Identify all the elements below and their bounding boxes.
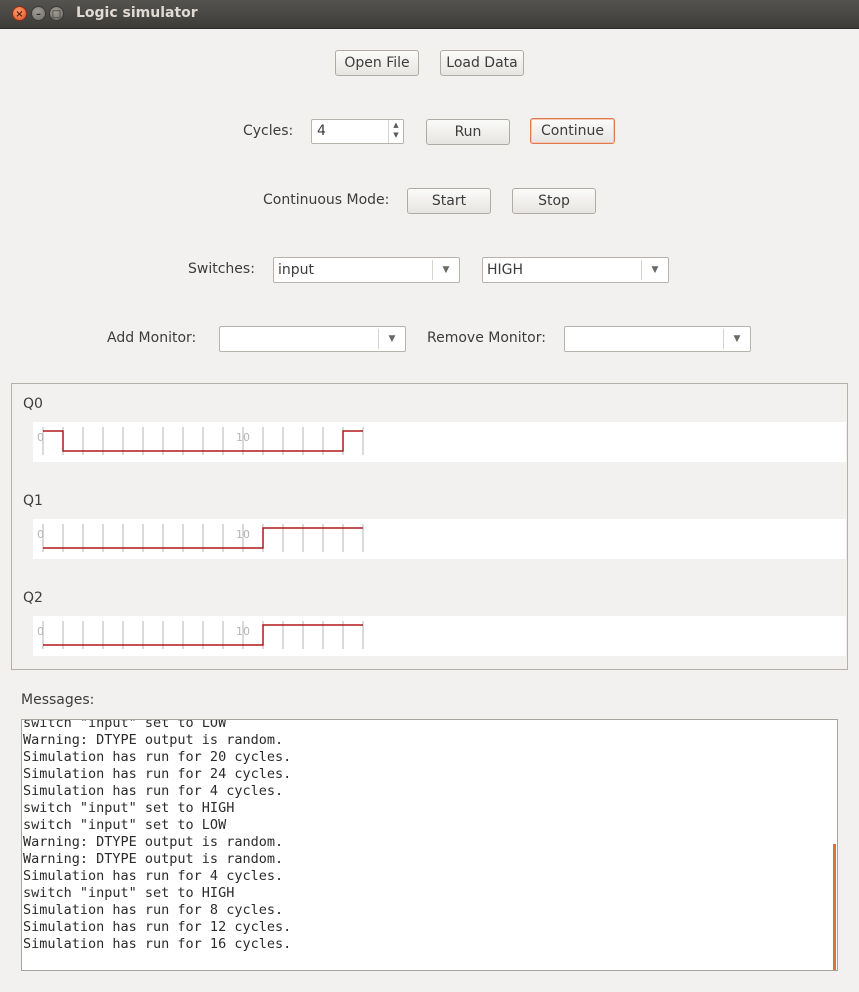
maximize-icon[interactable]: □ [49, 6, 64, 21]
spinner-arrows-icon[interactable]: ▲ ▼ [388, 120, 403, 143]
trace-label-q0: Q0 [23, 396, 43, 412]
message-line: Simulation has run for 4 cycles. [23, 783, 284, 799]
trace-canvas-q1: 0 10 [33, 519, 846, 559]
messages-scrollbar[interactable] [833, 844, 836, 970]
message-line: switch "input" set to HIGH [23, 800, 235, 816]
switch-state-select[interactable]: HIGH ▼ [482, 257, 669, 283]
message-line: switch "input" set to LOW [23, 719, 227, 731]
chevron-down-icon[interactable]: ▼ [723, 329, 750, 349]
minimize-icon[interactable]: – [31, 6, 46, 21]
message-line: Simulation has run for 8 cycles. [23, 902, 284, 918]
message-line: Simulation has run for 24 cycles. [23, 766, 292, 782]
remove-monitor-label: Remove Monitor: [427, 330, 546, 346]
run-button[interactable]: Run [426, 119, 510, 145]
message-line: switch "input" set to LOW [23, 817, 227, 833]
tick-label-mid: 10 [236, 625, 250, 638]
add-monitor-select[interactable]: ▼ [219, 326, 406, 352]
window-title: Logic simulator [76, 5, 198, 21]
switch-select-value: input [278, 262, 315, 278]
cycles-spinner[interactable]: 4 ▲ ▼ [311, 119, 404, 144]
messages-label: Messages: [21, 692, 95, 708]
message-line: Warning: DTYPE output is random. [23, 732, 284, 748]
title-bar: × – □ Logic simulator [0, 0, 859, 29]
waveform-q1: 0 10 [37, 524, 364, 552]
messages-box[interactable]: switch "input" set to LOW Warning: DTYPE … [21, 719, 838, 971]
switch-select[interactable]: input ▼ [273, 257, 460, 283]
chevron-down-icon[interactable]: ▼ [641, 260, 668, 280]
message-line: Simulation has run for 16 cycles. [23, 936, 292, 952]
load-data-button[interactable]: Load Data [440, 50, 524, 76]
continue-button[interactable]: Continue [530, 118, 615, 144]
cycles-label: Cycles: [243, 123, 294, 139]
message-line: Simulation has run for 12 cycles. [23, 919, 292, 935]
chevron-down-icon[interactable]: ▼ [378, 329, 405, 349]
cycles-value: 4 [317, 123, 326, 139]
chevron-down-icon[interactable]: ▼ [432, 260, 459, 280]
message-line: Simulation has run for 4 cycles. [23, 868, 284, 884]
message-line: Warning: DTYPE output is random. [23, 851, 284, 867]
add-monitor-label: Add Monitor: [107, 330, 197, 346]
waveform-q0: 0 10 [37, 427, 364, 455]
waveform-q2: 0 10 [37, 621, 364, 649]
continuous-mode-label: Continuous Mode: [263, 192, 390, 208]
trace-label-q2: Q2 [23, 590, 43, 606]
message-line: switch "input" set to HIGH [23, 885, 235, 901]
switch-state-value: HIGH [487, 262, 524, 278]
trace-canvas-q2: 0 10 [33, 616, 846, 656]
tick-label-start: 0 [37, 625, 44, 638]
message-line: Simulation has run for 20 cycles. [23, 749, 292, 765]
tick-label-mid: 10 [236, 431, 250, 444]
tick-label-start: 0 [37, 528, 44, 541]
trace-canvas-q0: 0 10 [33, 422, 846, 462]
stop-button[interactable]: Stop [512, 188, 596, 214]
remove-monitor-select[interactable]: ▼ [564, 326, 751, 352]
tick-label-start: 0 [37, 431, 44, 444]
close-icon[interactable]: × [12, 6, 27, 21]
start-button[interactable]: Start [407, 188, 491, 214]
message-list: switch "input" set to LOW Warning: DTYPE … [23, 719, 292, 953]
open-file-button[interactable]: Open File [335, 50, 419, 76]
tick-label-mid: 10 [236, 528, 250, 541]
switches-label: Switches: [188, 261, 255, 277]
message-line: Warning: DTYPE output is random. [23, 834, 284, 850]
trace-label-q1: Q1 [23, 493, 43, 509]
